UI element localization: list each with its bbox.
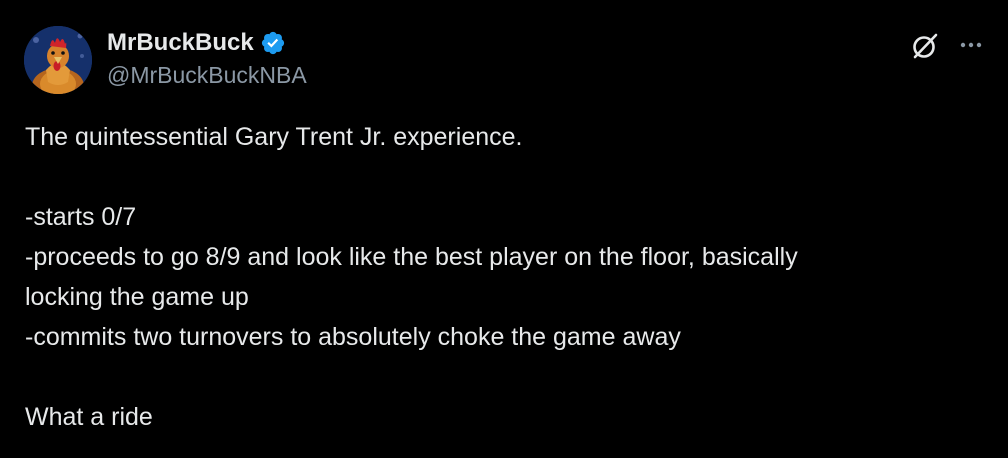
grok-icon[interactable]: [909, 30, 941, 62]
tweet-line: -proceeds to go 8/9 and look like the be…: [25, 243, 798, 271]
display-name[interactable]: MrBuckBuck: [107, 29, 254, 57]
tweet-line: The quintessential Gary Trent Jr. experi…: [25, 123, 523, 151]
rooster-avatar-icon: [24, 26, 92, 94]
tweet-card: MrBuckBuck @MrBuckBuckNBA The quintessen…: [0, 0, 1008, 458]
tweet-text: The quintessential Gary Trent Jr. experi…: [25, 117, 985, 437]
avatar[interactable]: [24, 26, 92, 94]
tweet-line: locking the game up: [25, 283, 249, 311]
tweet-line: What a ride: [25, 403, 153, 431]
tweet-line: -commits two turnovers to absolutely cho…: [25, 323, 681, 351]
tweet-line: -starts 0/7: [25, 203, 137, 231]
verified-badge-icon: [260, 30, 286, 56]
author-handle[interactable]: @MrBuckBuckNBA: [107, 62, 307, 89]
more-options-icon[interactable]: [956, 30, 986, 60]
author-name-row: MrBuckBuck: [107, 26, 286, 60]
